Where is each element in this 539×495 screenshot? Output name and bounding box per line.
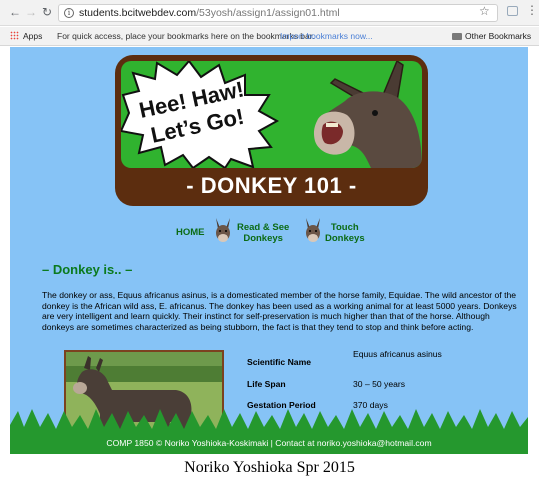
donkey-eye	[372, 110, 378, 116]
nav-read-line2: Donkeys	[243, 233, 283, 244]
folder-icon	[452, 33, 462, 40]
bookmarks-hint: For quick access, place your bookmarks h…	[57, 31, 315, 41]
donkey-face-icon	[216, 218, 230, 242]
fact-value: 30 – 50 years	[353, 379, 406, 389]
page-viewport: Hee! Haw! Let’s Go! - DONKEY 101 - HOME	[10, 47, 528, 454]
header-banner: Hee! Haw! Let’s Go! - DONKEY 101 -	[115, 55, 428, 206]
forward-arrow-icon[interactable]: →	[24, 5, 38, 19]
intro-paragraph: The donkey or ass, Equus africanus asinu…	[42, 290, 517, 332]
back-arrow-icon[interactable]: ←	[8, 5, 22, 19]
banner-image: Hee! Haw! Let’s Go!	[121, 61, 422, 168]
donkey-teeth	[326, 123, 338, 127]
import-bookmarks-link[interactable]: Import bookmarks now...	[280, 27, 373, 46]
fact-row: Scientific Name Equus africanus asinus	[247, 349, 517, 367]
donkey-face-icon	[306, 218, 320, 242]
nav-read-see-link[interactable]: Read & See Donkeys	[237, 222, 289, 244]
page-footer: COMP 1850 © Noriko Yoshioka-Koskimaki | …	[10, 433, 528, 454]
banner-title: - DONKEY 101 -	[186, 173, 357, 198]
url-text: students.bcitwebdev.com/53yosh/assign1/a…	[79, 5, 340, 21]
apps-label: Apps	[23, 31, 43, 41]
apps-shortcut[interactable]: Apps	[10, 27, 42, 46]
other-bookmarks[interactable]: Other Bookmarks	[452, 27, 531, 46]
nav-read-line1: Read & See	[237, 222, 290, 233]
fact-value: Equus africanus asinus	[353, 349, 442, 359]
author-credit: Noriko Yoshioka Spr 2015	[184, 459, 355, 476]
nav-touch-line2: Donkeys	[325, 233, 365, 244]
browser-toolbar: ← → ↻ i students.bcitwebdev.com/53yosh/a…	[0, 0, 539, 26]
screenshot: { "browser": { "back_icon": "arrow-left-…	[0, 0, 539, 495]
fact-row: Life Span 30 – 50 years	[247, 377, 517, 391]
address-bar[interactable]: i students.bcitwebdev.com/53yosh/assign1…	[58, 4, 498, 22]
nav-touch-line1: Touch	[330, 222, 359, 233]
nav-home-link[interactable]: HOME	[176, 227, 205, 238]
apps-grid-icon	[10, 31, 19, 40]
url-path: /53yosh/assign1/assign01.html	[196, 7, 340, 19]
other-bookmarks-label: Other Bookmarks	[465, 31, 532, 41]
extension-icon[interactable]	[507, 6, 518, 16]
info-icon[interactable]: i	[64, 8, 74, 18]
fact-label: Scientific Name	[247, 357, 311, 367]
reload-icon[interactable]: ↻	[40, 5, 54, 19]
fact-label: Life Span	[247, 379, 286, 389]
menu-kebab-icon[interactable]: ⋮	[526, 3, 538, 17]
nav-touch-link[interactable]: Touch Donkeys	[325, 222, 365, 244]
donkey-banner-art: Hee! Haw! Let’s Go!	[121, 61, 422, 168]
section-heading: – Donkey is.. –	[42, 262, 133, 277]
bookmarks-bar: Apps For quick access, place your bookma…	[0, 27, 539, 46]
url-host: students.bcitwebdev.com	[79, 7, 197, 19]
bookmark-star-icon[interactable]: ☆	[479, 4, 490, 18]
